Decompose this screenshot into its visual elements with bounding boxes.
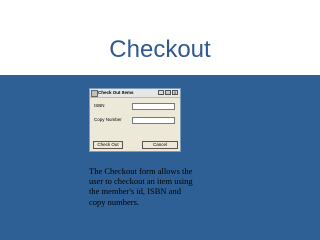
dialog-title: Check Out Items [98, 90, 134, 95]
copy-number-input[interactable] [132, 117, 175, 124]
minimize-button[interactable]: _ [158, 90, 164, 95]
cancel-button[interactable]: Cancel [142, 141, 178, 149]
check-out-button[interactable]: Check Out [93, 141, 123, 149]
window-icon [91, 90, 98, 97]
isbn-label: ISBN [94, 103, 105, 108]
isbn-input[interactable] [132, 103, 175, 110]
slide-caption: The Checkout form allows the user to che… [89, 166, 193, 207]
close-button[interactable]: X [172, 90, 178, 95]
copy-number-label: Copy Number [94, 117, 122, 122]
dialog-titlebar[interactable]: Check Out Items _ □ X [90, 89, 180, 98]
maximize-button[interactable]: □ [165, 90, 171, 95]
checkout-dialog: Check Out Items _ □ X ISBN Copy Number C… [89, 88, 181, 152]
slide-title: Checkout [109, 36, 211, 63]
